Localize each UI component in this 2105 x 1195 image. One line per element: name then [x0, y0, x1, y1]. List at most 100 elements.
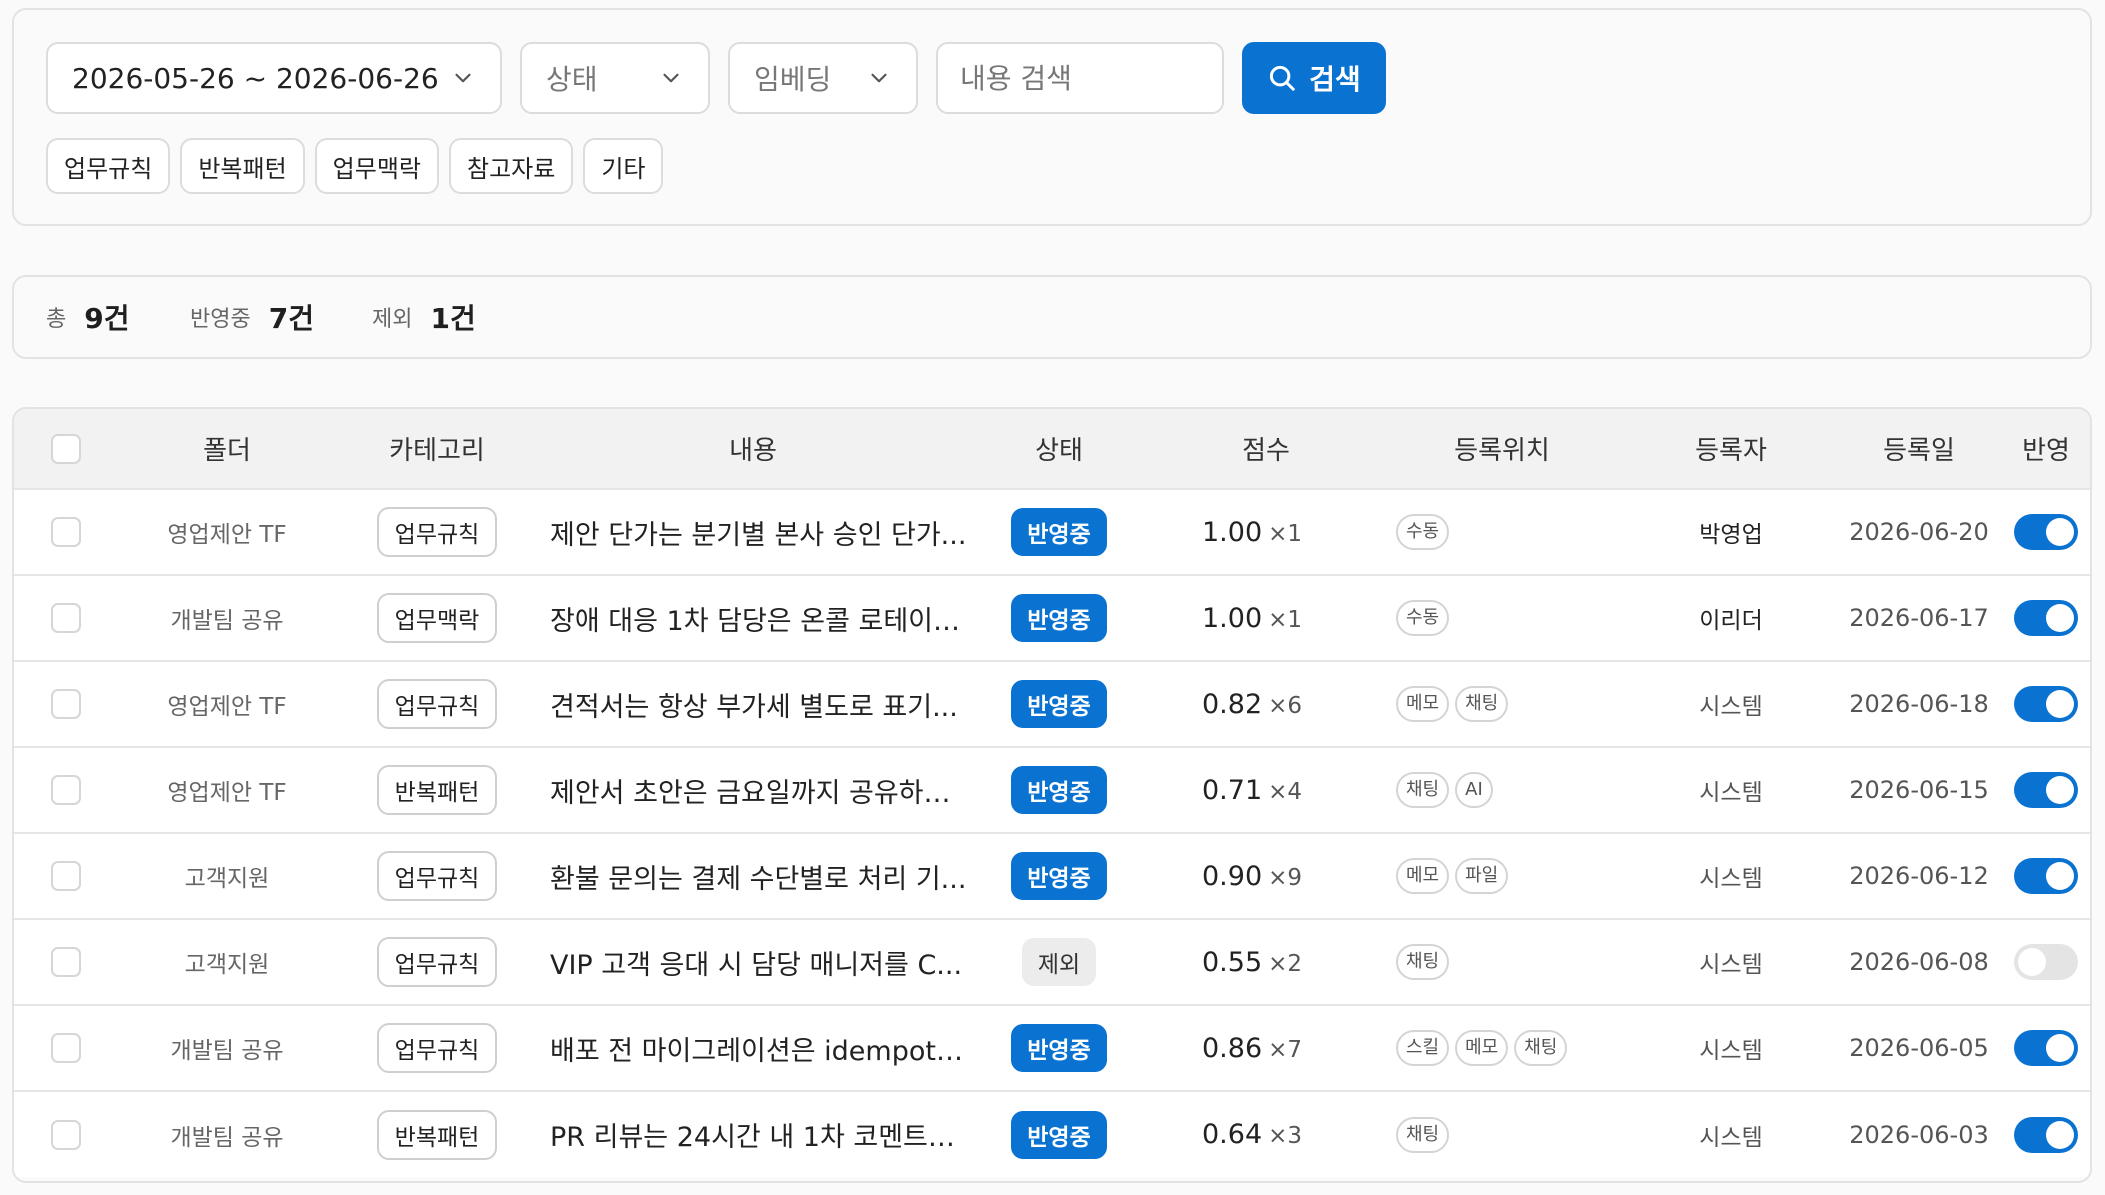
row-score: 0.55 ×2: [1150, 919, 1382, 1005]
row-score-value: 0.90: [1202, 860, 1263, 892]
row-content[interactable]: 견적서는 항상 부가세 별도로 표기...: [538, 661, 968, 747]
location-tag: 수동: [1396, 514, 1450, 550]
row-status-badge: 반영중: [1011, 1110, 1107, 1159]
memory-table-panel: 폴더 카테고리 내용 상태 점수 등록위치 등록자 등록일 반영 영업제안 TF…: [12, 407, 2092, 1183]
row-checkbox[interactable]: [51, 603, 81, 633]
row-content[interactable]: 제안서 초안은 금요일까지 공유하고...: [538, 747, 968, 833]
row-content[interactable]: 환불 문의는 결제 수단별로 처리 기...: [538, 833, 968, 919]
row-locations: 스킬 메모 채팅: [1382, 1005, 1622, 1091]
row-apply-toggle[interactable]: [2014, 772, 2078, 808]
row-folder: 영업제안 TF: [167, 694, 287, 720]
row-score: 0.64 ×3: [1150, 1091, 1382, 1177]
row-score: 1.00 ×1: [1150, 575, 1382, 661]
category-chip-etc[interactable]: 기타: [583, 138, 664, 194]
row-score-multiplier: ×2: [1268, 950, 1303, 977]
row-apply-toggle[interactable]: [2014, 944, 2078, 980]
content-search-input[interactable]: [960, 61, 1200, 95]
row-content[interactable]: PR 리뷰는 24시간 내 1차 코멘트를...: [538, 1091, 968, 1177]
summary-active-label: 반영중: [190, 307, 251, 332]
memory-table: 폴더 카테고리 내용 상태 점수 등록위치 등록자 등록일 반영 영업제안 TF…: [14, 409, 2090, 1177]
row-checkbox[interactable]: [51, 1119, 81, 1150]
row-score: 0.71 ×4: [1150, 747, 1382, 833]
row-category-tag: 업무규칙: [376, 851, 498, 901]
category-chip-references[interactable]: 참고자료: [448, 138, 574, 194]
row-checkbox[interactable]: [51, 517, 81, 547]
summary-excluded: 제외 1건: [372, 277, 476, 357]
row-score-multiplier: ×7: [1268, 1036, 1303, 1063]
search-button[interactable]: 검색: [1242, 42, 1386, 114]
row-folder: 영업제안 TF: [167, 780, 287, 806]
filter-panel: 2026-05-26 ~ 2026-06-26 상태 임베딩 검색 업무규칙 반…: [12, 8, 2092, 226]
row-status-badge: 반영중: [1011, 766, 1107, 814]
row-checkbox[interactable]: [51, 1033, 81, 1063]
table-row[interactable]: 고객지원 업무규칙 환불 문의는 결제 수단별로 처리 기... 반영중 0.90 ×9 메…: [14, 833, 2090, 919]
row-date: 2026-06-08: [1849, 948, 1989, 976]
header-date[interactable]: 등록일: [1840, 409, 1998, 489]
row-score-value: 0.82: [1202, 688, 1263, 720]
summary-total-label: 총: [46, 307, 67, 332]
row-locations: 채팅 AI: [1382, 747, 1622, 833]
table-row[interactable]: 개발팀 공유 업무맥락 장애 대응 1차 담당은 온콜 로테이션... 반영중 1.00…: [14, 575, 2090, 661]
row-category-tag: 업무규칙: [376, 1023, 498, 1073]
location-tag: 메모: [1396, 686, 1450, 722]
summary-excluded-value: 1건: [430, 302, 476, 335]
row-apply-toggle[interactable]: [2014, 858, 2078, 894]
row-content[interactable]: 배포 전 마이그레이션은 idempote...: [538, 1005, 968, 1091]
row-apply-toggle[interactable]: [2014, 1116, 2078, 1153]
row-content[interactable]: 장애 대응 1차 담당은 온콜 로테이션...: [538, 575, 968, 661]
table-row[interactable]: 영업제안 TF 반복패턴 제안서 초안은 금요일까지 공유하고... 반영중 0.71 ×…: [14, 747, 2090, 833]
row-date: 2026-06-20: [1849, 518, 1989, 546]
row-checkbox[interactable]: [51, 775, 81, 805]
row-category-tag: 업무맥락: [376, 593, 498, 643]
row-score: 0.82 ×6: [1150, 661, 1382, 747]
select-all-checkbox[interactable]: [51, 433, 81, 464]
category-chips: 업무규칙 반복패턴 업무맥락 참고자료 기타: [46, 138, 664, 194]
location-tag: 채팅: [1455, 686, 1509, 722]
header-status[interactable]: 상태: [968, 409, 1150, 489]
header-folder[interactable]: 폴더: [118, 409, 336, 489]
row-checkbox[interactable]: [51, 947, 81, 977]
row-date: 2026-06-18: [1849, 690, 1989, 718]
row-author: 시스템: [1699, 694, 1763, 720]
row-apply-toggle[interactable]: [2014, 514, 2078, 550]
category-chip-rules[interactable]: 업무규칙: [46, 138, 171, 194]
row-score-value: 1.00: [1202, 516, 1263, 548]
category-chip-patterns[interactable]: 반복패턴: [180, 138, 305, 194]
row-locations: 수동: [1382, 489, 1622, 575]
row-locations: 메모 채팅: [1382, 661, 1622, 747]
table-row[interactable]: 개발팀 공유 업무규칙 배포 전 마이그레이션은 idempote... 반영중 0.8…: [14, 1005, 2090, 1091]
header-content[interactable]: 내용: [538, 409, 968, 489]
table-row[interactable]: 고객지원 업무규칙 VIP 고객 응대 시 담당 매니저를 C... 제외 0.55 ×2…: [14, 919, 2090, 1005]
date-range-select[interactable]: 2026-05-26 ~ 2026-06-26: [46, 42, 502, 114]
header-author[interactable]: 등록자: [1622, 409, 1840, 489]
row-folder: 개발팀 공유: [170, 608, 284, 634]
header-category[interactable]: 카테고리: [336, 409, 538, 489]
row-score-multiplier: ×1: [1268, 520, 1303, 547]
row-author: 시스템: [1699, 1124, 1763, 1151]
row-checkbox[interactable]: [51, 861, 81, 891]
location-tag: 메모: [1396, 858, 1450, 894]
location-tag: 파일: [1455, 858, 1509, 894]
row-status-badge: 반영중: [1011, 680, 1107, 728]
summary-total-value: 9건: [84, 302, 130, 335]
embedding-select-label: 임베딩: [754, 63, 832, 96]
table-row[interactable]: 영업제안 TF 업무규칙 견적서는 항상 부가세 별도로 표기... 반영중 0.82 ×…: [14, 661, 2090, 747]
row-apply-toggle[interactable]: [2014, 600, 2078, 636]
row-score-multiplier: ×1: [1268, 606, 1303, 633]
row-content[interactable]: VIP 고객 응대 시 담당 매니저를 C...: [538, 919, 968, 1005]
status-select[interactable]: 상태: [520, 42, 710, 114]
location-tag: 채팅: [1396, 772, 1450, 808]
header-location[interactable]: 등록위치: [1382, 409, 1622, 489]
table-row[interactable]: 영업제안 TF 업무규칙 제안 단가는 분기별 본사 승인 단가... 반영중 1.00…: [14, 489, 2090, 575]
header-score[interactable]: 점수: [1150, 409, 1382, 489]
row-folder: 고객지원: [184, 866, 270, 892]
row-apply-toggle[interactable]: [2014, 686, 2078, 722]
table-row[interactable]: 개발팀 공유 반복패턴 PR 리뷰는 24시간 내 1차 코멘트를... 반영중 0.6…: [14, 1091, 2090, 1177]
category-chip-context[interactable]: 업무맥락: [314, 138, 439, 194]
row-content[interactable]: 제안 단가는 분기별 본사 승인 단가...: [538, 489, 968, 575]
row-score: 1.00 ×1: [1150, 489, 1382, 575]
embedding-select[interactable]: 임베딩: [728, 42, 918, 114]
row-apply-toggle[interactable]: [2014, 1030, 2078, 1066]
row-author: 이리더: [1699, 608, 1763, 634]
row-checkbox[interactable]: [51, 689, 81, 719]
